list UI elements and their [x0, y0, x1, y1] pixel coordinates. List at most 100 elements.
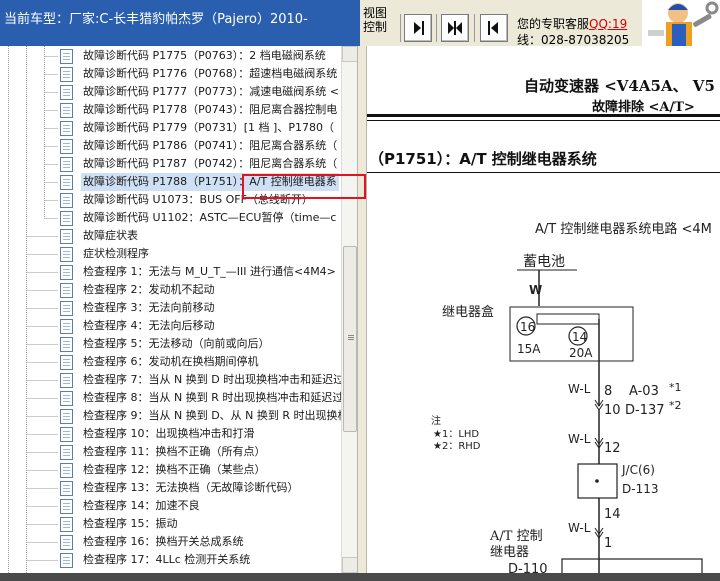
tree-item-label: 故障诊断代码 P1779（P0731）[1 档 ]、P1780（ — [83, 121, 334, 134]
customer-support-info: 您的专职客服QQ:19 线：028-87038205 — [517, 16, 649, 46]
tree-item[interactable]: 检查程序 9：当从 N 换到 D、从 N 换到 R 时出现换档 — [60, 407, 345, 425]
document-page-icon — [60, 246, 73, 262]
app-window: 当前车型：厂家:C-长丰猎豹帕杰罗（Pajero）2010- 视图控制 您的专职… — [0, 0, 720, 581]
tree-item[interactable]: 故障诊断代码 P1777（P0773）：减速电磁阀系统 < — [60, 83, 345, 101]
scrollbar-thumb[interactable] — [343, 246, 357, 432]
support-qq-link[interactable]: QQ:19 — [589, 17, 627, 31]
tree-item[interactable]: 故障诊断代码 U1102：ASTC—ECU暂停（time—c — [60, 209, 345, 227]
tree-item[interactable]: 检查程序 10：出现换档冲击和打滑 — [60, 425, 345, 443]
document-page-icon — [60, 84, 73, 100]
tree-item-label: 故障诊断代码 P1776（P0768）：超速档电磁阀系统 — [83, 67, 338, 80]
document-page-icon — [60, 552, 73, 568]
tree-item[interactable]: 故障诊断代码 P1786（P0741）：阻尼离合器系统（ — [60, 137, 345, 155]
scroll-up-button[interactable] — [342, 46, 357, 62]
document-page-icon — [60, 210, 73, 226]
document-page-icon — [60, 264, 73, 280]
fuse-left-amp: 15A — [517, 342, 541, 356]
diagram-title: A/T 控制继电器系统电路 <4M — [535, 221, 712, 237]
tree-item-label: 检查程序 11：换档不正确（所有点） — [83, 445, 266, 458]
tree-item[interactable]: 故障诊断代码 P1775（P0763）：2 档电磁阀系统 — [60, 47, 345, 65]
view-toolbar: 视图控制 您的专职客服QQ:19 线：028-87038205 — [360, 0, 720, 46]
expand-collapse-button[interactable] — [441, 14, 469, 42]
document-page-icon — [60, 444, 73, 460]
tree-item-label: 故障诊断代码 P1777（P0773）：减速电磁阀系统 < — [83, 85, 339, 98]
tree-item[interactable]: 症状检测程序 — [60, 245, 345, 263]
document-page-icon — [60, 462, 73, 478]
outline-tree: 故障诊断代码 P1775（P0763）：2 档电磁阀系统故障诊断代码 P1776… — [0, 46, 357, 573]
tree-item-label: 故障症状表 — [83, 229, 138, 242]
tree-item[interactable]: 检查程序 3：无法向前移动 — [60, 299, 345, 317]
tree-item-label: 症状检测程序 — [83, 247, 149, 260]
tree-item[interactable]: 检查程序 6：发动机在换档期间停机 — [60, 353, 345, 371]
tree-item[interactable]: 检查程序 16：换档开关总成系统 — [60, 533, 345, 551]
tree-item[interactable]: 故障症状表 — [60, 227, 345, 245]
document-page-icon — [60, 390, 73, 406]
tree-item[interactable]: 检查程序 8：当从 N 换到 R 时出现换档冲击和延迟过 — [60, 389, 345, 407]
tree-item-label: 检查程序 17：4LLc 检测开关系统 — [83, 553, 251, 566]
toolbar-separator — [436, 14, 437, 42]
tree-item[interactable]: 检查程序 11：换档不正确（所有点） — [60, 443, 345, 461]
tree-item[interactable]: 检查程序 2：发动机不起动 — [60, 281, 345, 299]
tree-item-label: 检查程序 5：无法移动（向前或向后） — [83, 337, 270, 350]
document-page-icon — [60, 156, 73, 172]
tree-item-label: 检查程序 1：无法与 M_U_T_—III 进行通信<4M4> — [83, 265, 336, 278]
tree-item-label: 检查程序 6：发动机在换档期间停机 — [83, 355, 259, 368]
panel-splitter[interactable] — [357, 46, 367, 573]
tree-item[interactable]: 检查程序 15：振动 — [60, 515, 345, 533]
document-page-icon — [60, 102, 73, 118]
marker-star-2: *2 — [669, 399, 682, 412]
tree-item[interactable]: 检查程序 13：无法换档（无故障诊断代码） — [60, 479, 345, 497]
connector-a03: A-03 — [629, 384, 659, 399]
tree-item[interactable]: 检查程序 4：无法向后移动 — [60, 317, 345, 335]
tree-item-label: 故障诊断代码 P1786（P0741）：阻尼离合器系统（ — [83, 139, 338, 152]
tree-item[interactable]: 检查程序 14：加速不良 — [60, 497, 345, 515]
tree-item-label: 故障诊断代码 U1102：ASTC—ECU暂停（time—c — [83, 211, 337, 224]
tree-item[interactable]: 检查程序 12：换档不正确（某些点） — [60, 461, 345, 479]
document-page-icon — [60, 516, 73, 532]
connector-d110: D-110 — [508, 562, 548, 573]
tree-item[interactable]: 故障诊断代码 P1778（P0743）：阻尼离合器控制电 — [60, 101, 345, 119]
document-page-icon — [60, 354, 73, 370]
tree-vertical-scrollbar[interactable] — [341, 46, 357, 573]
tree-item[interactable]: 故障诊断代码 P1779（P0731）[1 档 ]、P1780（ — [60, 119, 345, 137]
tree-item[interactable]: 检查程序 1：无法与 M_U_T_—III 进行通信<4M4> — [60, 263, 345, 281]
tree-item-label: 检查程序 9：当从 N 换到 D、从 N 换到 R 时出现换档 — [83, 409, 345, 422]
fuse-right-amp: 20A — [569, 346, 593, 360]
tree-item-label: 检查程序 10：出现换档冲击和打滑 — [83, 427, 255, 440]
mechanic-mascot-icon — [642, 0, 720, 46]
marker-star-1: *1 — [669, 381, 682, 394]
tree-item-label: 检查程序 8：当从 N 换到 R 时出现换档冲击和延迟过 — [83, 391, 344, 404]
at-relay-label-line2: 继电器 — [490, 545, 529, 560]
tree-item-label: 检查程序 14：加速不良 — [83, 499, 200, 512]
title-bar: 当前车型：厂家:C-长丰猎豹帕杰罗（Pajero）2010- 视图控制 您的专职… — [0, 0, 720, 46]
tree-item-label: 检查程序 13：无法换档（无故障诊断代码） — [83, 481, 299, 494]
pin-10: 10 — [604, 403, 621, 418]
fuse-right-number: 14 — [572, 330, 587, 344]
bottom-scrollbar[interactable] — [0, 573, 720, 581]
support-label: 您的专职客服 — [517, 17, 590, 31]
wire-color-w: W — [529, 283, 542, 297]
tree-item[interactable]: 检查程序 5：无法移动（向前或向后） — [60, 335, 345, 353]
document-page-icon — [60, 408, 73, 424]
tree-item[interactable]: 检查程序 17：4LLc 检测开关系统 — [60, 551, 345, 569]
document-page-icon — [60, 192, 73, 208]
wire-color-wl-1: W-L — [568, 382, 591, 396]
tree-item[interactable]: 检查程序 7：当从 N 换到 D 时出现换档冲击和延迟过 — [60, 371, 345, 389]
tree-item-label: 故障诊断代码 P1787（P0742）：阻尼离合器系统（ — [83, 157, 338, 170]
document-page-icon — [60, 174, 73, 190]
document-page-icon — [60, 534, 73, 550]
note-lhd: ★1：LHD — [433, 429, 479, 440]
document-page-icon — [60, 336, 73, 352]
document-page-icon — [60, 480, 73, 496]
document-page-icon — [60, 282, 73, 298]
tree-item[interactable]: 故障诊断代码 P1787（P0742）：阻尼离合器系统（ — [60, 155, 345, 173]
tree-item-label: 检查程序 16：换档开关总成系统 — [83, 535, 244, 548]
next-section-button[interactable] — [480, 14, 508, 42]
prev-section-button[interactable] — [404, 14, 432, 42]
tree-item-label: 检查程序 15：振动 — [83, 517, 178, 530]
document-page-icon — [60, 66, 73, 82]
scroll-down-button[interactable] — [342, 557, 357, 573]
tree-item[interactable]: 故障诊断代码 P1776（P0768）：超速档电磁阀系统 — [60, 65, 345, 83]
connector-d137: D-137 — [625, 403, 665, 418]
pin-8: 8 — [604, 384, 612, 399]
